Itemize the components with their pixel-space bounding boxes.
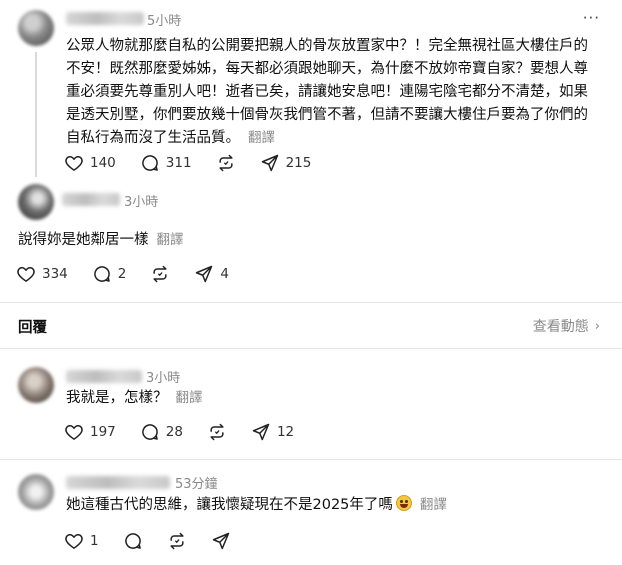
avatar[interactable] (18, 10, 54, 46)
post-text: 說得妳是她鄰居一樣 翻譯 (18, 229, 184, 252)
repost-button[interactable] (150, 264, 170, 284)
share-button[interactable]: 12 (251, 422, 294, 442)
post-line: 說得妳是她鄰居一樣 (18, 232, 149, 248)
post-line: 是透天別墅，你們要放幾十個骨灰我們管不著，但請不要讓大樓住戶要為了你們的 (66, 107, 588, 123)
action-bar: 197 28 12 (64, 422, 318, 442)
comment-button[interactable]: 311 (140, 153, 192, 173)
like-button[interactable]: 334 (16, 264, 68, 284)
post-text: 我就是，怎樣？ 翻譯 (66, 387, 203, 410)
repost-icon (150, 264, 170, 284)
like-count: 197 (90, 424, 116, 440)
share-count: 4 (220, 266, 229, 282)
timestamp: 53分鐘 (175, 477, 218, 492)
share-button[interactable]: 4 (194, 264, 229, 284)
heart-icon (64, 531, 84, 551)
repost-button[interactable] (207, 422, 227, 442)
thread-line (35, 52, 37, 177)
translate-link[interactable]: 翻譯 (420, 497, 447, 513)
action-bar: 334 2 4 (16, 264, 253, 284)
share-count: 12 (276, 424, 295, 440)
like-count: 1 (90, 533, 99, 549)
post-text: 她這種古代的思維，讓我懷疑現在不是2025年了嗎 翻譯 (66, 494, 447, 517)
comment-icon (140, 422, 160, 442)
post-text: 公眾人物就那麼自私的公開要把親人的骨灰放置家中？！完全無視社區大樓住戶的 不安！… (66, 35, 614, 150)
share-button[interactable] (211, 531, 231, 551)
post-3: 3小時 我就是，怎樣？ 翻譯 197 28 12 (0, 349, 622, 459)
post-line: 她這種古代的思維，讓我懷疑現在不是2025年了嗎 (66, 497, 393, 513)
comment-count: 311 (165, 155, 192, 171)
post-line: 重必須要先尊重別人吧！逝者已矣，請讓她安息吧！連陽宅陰宅都分不清楚，如果 (66, 84, 588, 100)
timestamp: 3小時 (146, 371, 181, 386)
share-icon (251, 422, 271, 442)
comment-icon (92, 264, 112, 284)
username[interactable] (62, 193, 120, 206)
timestamp: 3小時 (124, 195, 159, 210)
comment-count: 2 (117, 266, 127, 282)
share-icon (211, 531, 231, 551)
action-bar: 1 (64, 531, 255, 551)
heart-icon (64, 153, 84, 173)
username[interactable] (66, 370, 142, 383)
comment-button[interactable] (123, 531, 143, 551)
like-button[interactable]: 197 (64, 422, 116, 442)
repost-icon (207, 422, 227, 442)
chevron-right-icon: › (594, 318, 600, 334)
post-line: 我就是，怎樣？ (66, 390, 168, 406)
username[interactable] (66, 12, 144, 25)
avatar[interactable] (18, 184, 54, 220)
like-count: 334 (42, 266, 68, 282)
action-bar: 140 311 215 (64, 153, 335, 173)
grinning-emoji-icon (395, 495, 412, 511)
translate-link[interactable]: 翻譯 (157, 232, 184, 248)
repost-icon (167, 531, 187, 551)
post-4: 53分鐘 她這種古代的思維，讓我懷疑現在不是2025年了嗎 翻譯 1 (0, 460, 622, 565)
timestamp: 5小時 (147, 14, 182, 29)
heart-icon (64, 422, 84, 442)
view-activity-link[interactable]: 查看動態 › (533, 316, 600, 336)
repost-icon (216, 153, 236, 173)
username[interactable] (66, 476, 170, 489)
comment-button[interactable]: 2 (92, 264, 127, 284)
comment-button[interactable]: 28 (140, 422, 183, 442)
view-activity-label: 查看動態 (532, 319, 589, 335)
share-button[interactable]: 215 (260, 153, 312, 173)
share-icon (260, 153, 280, 173)
avatar[interactable] (18, 367, 54, 403)
replies-heading: 回覆 (18, 320, 47, 336)
like-button[interactable]: 140 (64, 153, 116, 173)
like-count: 140 (90, 155, 116, 171)
share-icon (194, 264, 214, 284)
more-icon[interactable]: ··· (583, 9, 600, 27)
post-line: 自私行為而沒了生活品質。 (66, 130, 240, 146)
translate-link[interactable]: 翻譯 (248, 130, 275, 146)
post-line: 公眾人物就那麼自私的公開要把親人的骨灰放置家中？！完全無視社區大樓住戶的 (66, 38, 588, 54)
repost-button[interactable] (216, 153, 236, 173)
repost-button[interactable] (167, 531, 187, 551)
comment-icon (123, 531, 143, 551)
post-2: 3小時 說得妳是她鄰居一樣 翻譯 334 2 4 (0, 182, 622, 302)
post-line: 不安！既然那麼愛姊姊，每天都必須跟她聊天，為什麼不放妳帝寶自家？要想人尊 (66, 61, 588, 77)
divider (0, 302, 622, 303)
avatar[interactable] (18, 474, 54, 510)
share-count: 215 (285, 155, 312, 171)
comment-icon (140, 153, 160, 173)
translate-link[interactable]: 翻譯 (176, 390, 203, 406)
post-1: 5小時 ··· 公眾人物就那麼自私的公開要把親人的骨灰放置家中？！完全無視社區大… (0, 0, 622, 182)
heart-icon (16, 264, 36, 284)
comment-count: 28 (165, 424, 183, 440)
like-button[interactable]: 1 (64, 531, 99, 551)
